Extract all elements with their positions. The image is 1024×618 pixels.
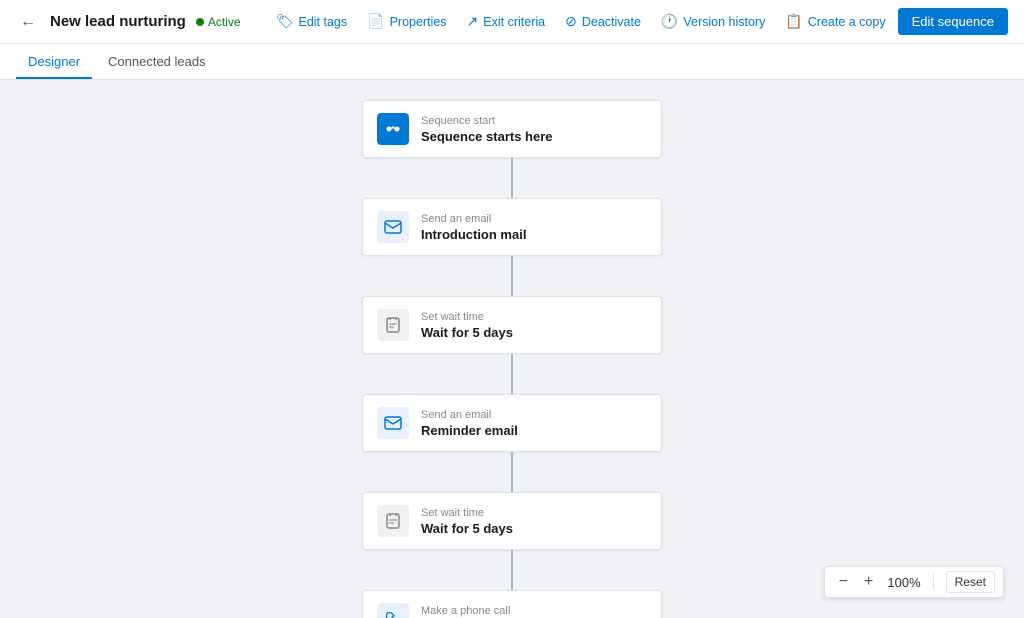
page-title: New lead nurturing: [50, 13, 186, 30]
sequence-flow: Sequence start Sequence starts here Send…: [352, 100, 672, 618]
copy-icon: 📋: [785, 13, 802, 30]
deactivate-icon: ⊘: [565, 13, 577, 30]
create-copy-button[interactable]: 📋 Create a copy: [777, 8, 893, 35]
node-email1-type: Send an email: [421, 213, 526, 225]
canvas: Sequence start Sequence starts here Send…: [0, 80, 1024, 618]
topbar-right: 🏷 Edit tags 📄 Properties ↗ Exit criteria…: [268, 8, 1008, 35]
edit-tags-button[interactable]: 🏷 Edit tags: [268, 8, 355, 35]
tabbar: Designer Connected leads: [0, 44, 1024, 80]
node-email1[interactable]: Send an email Introduction mail: [362, 198, 662, 256]
properties-button[interactable]: 📄 Properties: [359, 8, 454, 35]
edit-sequence-button[interactable]: Edit sequence: [898, 8, 1008, 35]
connector-3: [511, 354, 513, 394]
connector-5: [511, 550, 513, 590]
connector-2: [511, 256, 513, 296]
node-wait2[interactable]: Set wait time Wait for 5 days: [362, 492, 662, 550]
version-history-button[interactable]: 🕐 Version history: [653, 8, 773, 35]
topbar: ← New lead nurturing Active 🏷 Edit tags …: [0, 0, 1024, 44]
node-start-label: Sequence starts here: [421, 129, 553, 144]
back-button[interactable]: ←: [16, 9, 40, 35]
node-email2-label: Reminder email: [421, 423, 518, 438]
node-start-content: Sequence start Sequence starts here: [421, 115, 553, 144]
active-dot: [196, 18, 204, 26]
email2-icon: [377, 407, 409, 439]
history-icon: 🕐: [661, 13, 678, 30]
exit-icon: ↗: [467, 13, 479, 30]
exit-criteria-button[interactable]: ↗ Exit criteria: [459, 8, 554, 35]
email1-icon: [377, 211, 409, 243]
connector-4: [511, 452, 513, 492]
status-label: Active: [208, 15, 241, 29]
node-phone1-content: Make a phone call Call customer: [421, 605, 510, 618]
wait2-icon: [377, 505, 409, 537]
node-wait1[interactable]: Set wait time Wait for 5 days: [362, 296, 662, 354]
node-phone1[interactable]: Make a phone call Call customer: [362, 590, 662, 618]
node-start[interactable]: Sequence start Sequence starts here: [362, 100, 662, 158]
zoom-percent: 100%: [883, 575, 924, 590]
node-email1-content: Send an email Introduction mail: [421, 213, 526, 242]
node-wait1-type: Set wait time: [421, 311, 513, 323]
tab-connected-leads[interactable]: Connected leads: [96, 46, 218, 79]
phone1-icon: [377, 603, 409, 618]
tab-designer[interactable]: Designer: [16, 46, 92, 79]
node-email2[interactable]: Send an email Reminder email: [362, 394, 662, 452]
deactivate-button[interactable]: ⊘ Deactivate: [557, 8, 649, 35]
node-email2-type: Send an email: [421, 409, 518, 421]
zoom-in-button[interactable]: +: [858, 571, 879, 593]
properties-icon: 📄: [367, 13, 384, 30]
connector-1: [511, 158, 513, 198]
tag-icon: 🏷: [276, 13, 294, 30]
node-email2-content: Send an email Reminder email: [421, 409, 518, 438]
node-wait2-type: Set wait time: [421, 507, 513, 519]
node-email1-label: Introduction mail: [421, 227, 526, 242]
node-wait1-label: Wait for 5 days: [421, 325, 513, 340]
zoom-out-button[interactable]: −: [833, 571, 854, 593]
topbar-left: ← New lead nurturing Active: [16, 9, 241, 35]
node-wait2-content: Set wait time Wait for 5 days: [421, 507, 513, 536]
start-icon: [377, 113, 409, 145]
zoom-controls: − + 100% Reset: [824, 566, 1004, 598]
node-wait1-content: Set wait time Wait for 5 days: [421, 311, 513, 340]
node-phone1-type: Make a phone call: [421, 605, 510, 617]
wait1-icon: [377, 309, 409, 341]
node-wait2-label: Wait for 5 days: [421, 521, 513, 536]
status-badge: Active: [196, 15, 241, 29]
zoom-reset-button[interactable]: Reset: [946, 571, 995, 593]
zoom-divider: [933, 574, 934, 590]
node-start-type: Sequence start: [421, 115, 553, 127]
